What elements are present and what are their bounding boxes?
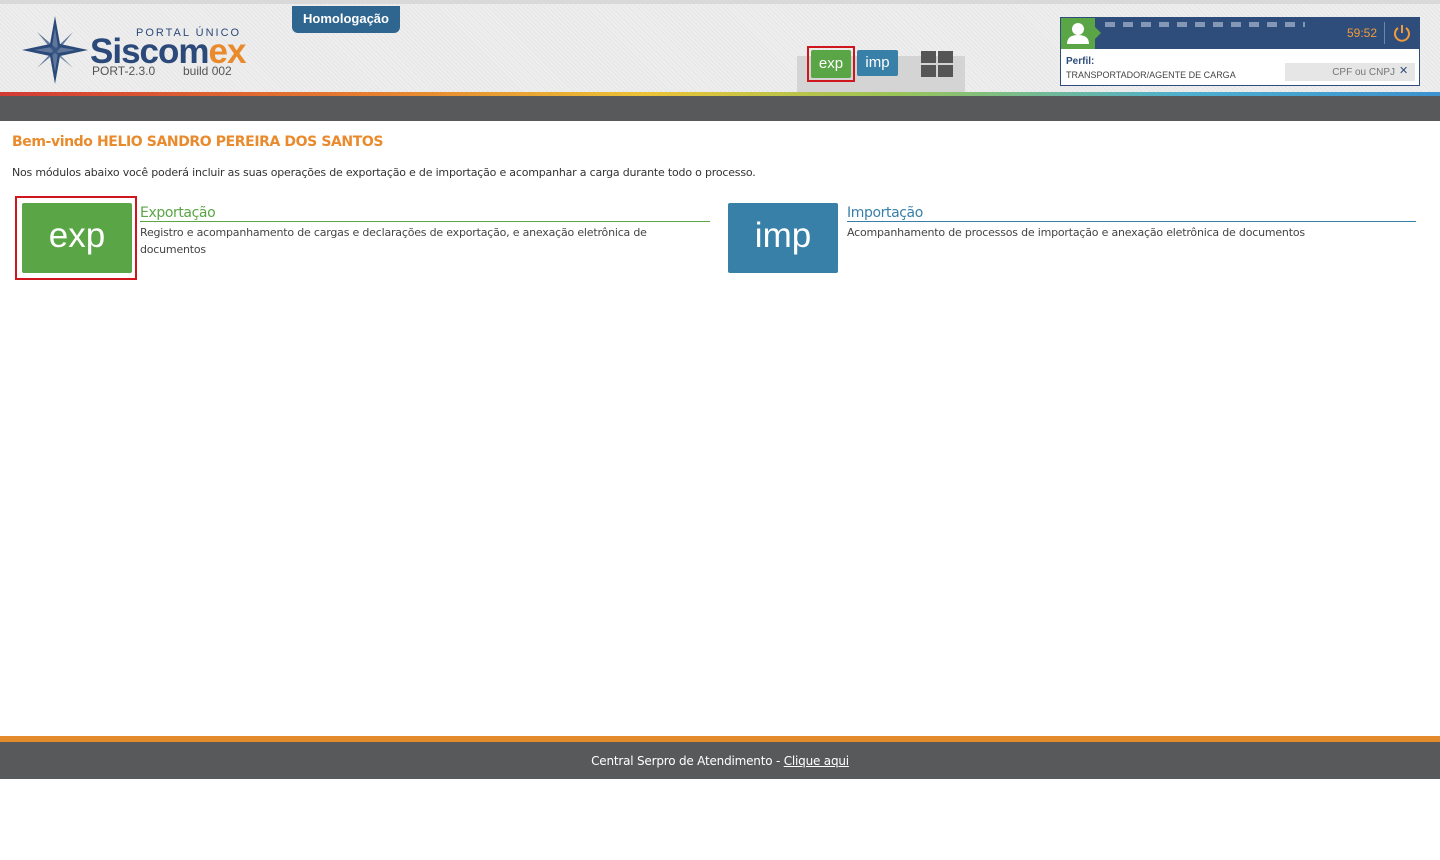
environment-badge: Homologação (292, 6, 400, 33)
header: PORTAL ÚNICO Siscomex PORT-2.3.0 build 0… (0, 0, 1440, 92)
intro-text: Nos módulos abaixo você poderá incluir a… (12, 166, 756, 179)
grid-icon[interactable] (921, 51, 953, 78)
user-icon[interactable] (1061, 18, 1095, 49)
imp-module-tile[interactable]: imp (728, 203, 838, 273)
imp-module-title[interactable]: Importação (847, 205, 1416, 222)
build-label: build 002 (183, 64, 232, 78)
cpf-cnpj-input[interactable] (1285, 63, 1415, 81)
exp-module-title[interactable]: Exportação (140, 205, 710, 222)
quick-imp-button[interactable]: imp (857, 50, 898, 76)
divider (1384, 22, 1385, 44)
close-icon[interactable]: ✕ (1399, 64, 1408, 77)
profile-label: Perfil: (1066, 56, 1095, 67)
version-label: PORT-2.3.0 (92, 64, 156, 78)
footer-text: Central Serpro de Atendimento - (591, 754, 784, 768)
footer: Central Serpro de Atendimento - Clique a… (0, 742, 1440, 779)
welcome-heading: Bem-vindo HELIO SANDRO PEREIRA DOS SANTO… (12, 134, 384, 150)
session-timer: 59:52 (1347, 26, 1378, 40)
exp-module-tile[interactable]: exp (22, 203, 132, 273)
support-link[interactable]: Clique aqui (784, 754, 849, 768)
quick-exp-button[interactable]: exp (811, 50, 851, 78)
power-icon[interactable] (1392, 23, 1412, 43)
avatar-pointer (1095, 27, 1101, 39)
exp-module-description: Registro e acompanhamento de cargas e de… (140, 226, 647, 256)
siscomex-logo[interactable]: PORTAL ÚNICO Siscomex PORT-2.3.0 build 0… (20, 12, 250, 88)
user-bar: 59:52 (1061, 18, 1419, 49)
top-gray-bar (0, 96, 1440, 121)
imp-module-description: Acompanhamento de processos de importaçã… (847, 226, 1305, 239)
user-name-redacted (1105, 22, 1305, 27)
user-panel: 59:52 Perfil: TRANSPORTADOR/AGENTE DE CA… (1060, 17, 1420, 86)
profile-value[interactable]: TRANSPORTADOR/AGENTE DE CARGA (1066, 70, 1236, 80)
compass-star-icon (22, 16, 88, 84)
